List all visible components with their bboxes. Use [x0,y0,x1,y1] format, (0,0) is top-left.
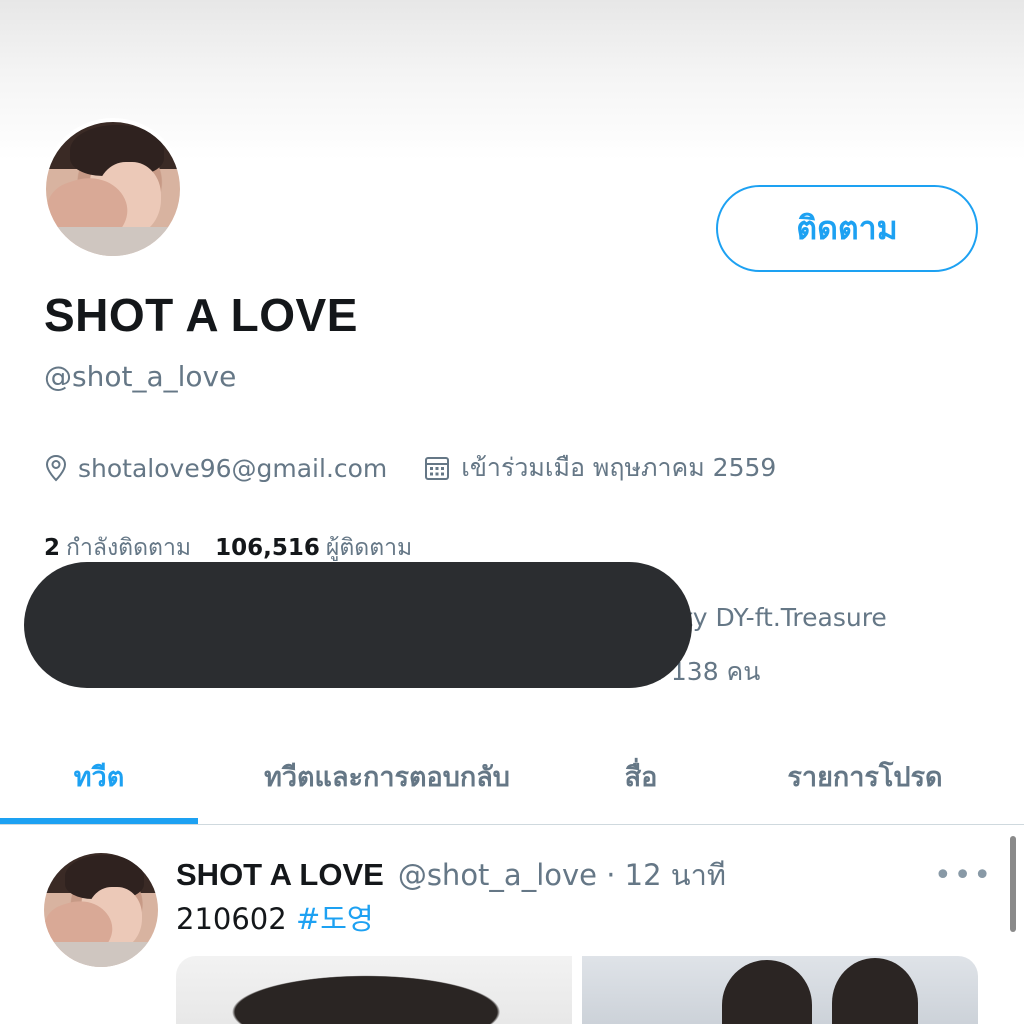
tweet-media-1[interactable] [176,956,572,1024]
following-link[interactable]: 2 กำลังติดตาม [44,530,191,566]
tab-tweets-replies[interactable]: ทวีตและการตอบกลับ [210,728,564,824]
tweet-header: SHOT A LOVE @shot_a_love · 12 นาที [176,852,726,898]
tweet-body: 210602 [176,902,287,936]
tweet-text: 210602 #도영 [176,896,374,938]
tweet-avatar[interactable] [44,853,158,967]
following-count: 2 [44,535,61,561]
profile-display-name: SHOT A LOVE [44,289,358,341]
calendar-icon [425,457,450,480]
location-text: shotalove96@gmail.com [78,453,388,483]
profile-meta: shotalove96@gmail.com เข้าร่วมเมือ พฤษภา… [44,450,812,486]
tweet-meta: @shot_a_love · 12 นาที [397,858,727,892]
profile-page: ติดตาม SHOT A LOVE @shot_a_love shotalov… [0,0,1024,1024]
followers-link[interactable]: 106,516 ผู้ติดตาม [215,530,412,566]
more-options-icon[interactable]: ••• [934,858,993,893]
following-label: กำลังติดตาม [66,535,192,561]
media-person [832,958,918,1024]
joined-item: เข้าร่วมเมือ พฤษภาคม 2559 [423,448,776,488]
follow-button[interactable]: ติดตาม [716,185,978,272]
media-person [722,960,812,1024]
followers-label: ผู้ติดตาม [325,535,413,561]
profile-handle: @shot_a_love [44,360,237,393]
tweet-author-name[interactable]: SHOT A LOVE [176,857,384,893]
follow-stats: 2 กำลังติดตาม 106,516 ผู้ติดตาม [44,530,436,566]
active-tab-indicator [0,818,198,824]
tweet-media-2[interactable] [582,956,978,1024]
bio-line-1: ity DY-ft.Treasure [676,603,887,632]
location-item: shotalove96@gmail.com [44,454,387,483]
profile-tabs: ทวีต ทวีตและการตอบกลับ สื่อ รายการโปรด [0,728,1024,825]
scrollbar[interactable] [1010,836,1016,932]
location-pin-icon [45,454,67,482]
tweet-hashtag[interactable]: #도영 [296,902,374,936]
followers-count: 106,516 [215,535,320,561]
joined-text: เข้าร่วมเมือ พฤษภาคม 2559 [461,453,777,482]
profile-avatar[interactable] [42,118,184,260]
redaction-overlay [24,562,692,688]
tab-likes[interactable]: รายการโปรด [730,728,1000,824]
tab-tweets[interactable]: ทวีต [0,728,198,824]
tab-media[interactable]: สื่อ [564,728,718,824]
